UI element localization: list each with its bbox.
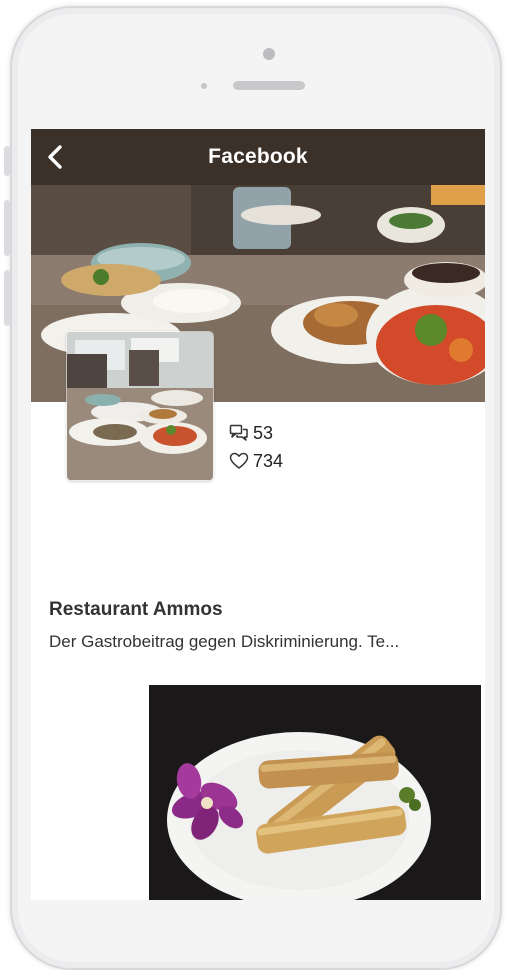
comments-icon (229, 424, 248, 441)
likes-count[interactable]: 734 (229, 449, 283, 473)
chevron-left-icon (48, 145, 62, 169)
mute-switch (4, 146, 10, 176)
page-thumbnail[interactable] (67, 332, 213, 480)
likes-value: 734 (253, 450, 284, 471)
volume-down-button (4, 270, 10, 326)
comments-count[interactable]: 53 (229, 421, 283, 445)
back-button[interactable] (39, 141, 71, 173)
post-excerpt[interactable]: Der Gastrobeitrag gegen Diskriminierung.… (49, 632, 469, 652)
top-bar: Facebook (31, 129, 485, 185)
earpiece-speaker (233, 81, 305, 90)
post-title[interactable]: Restaurant Ammos (49, 599, 223, 621)
page-title: Facebook (208, 145, 308, 168)
post-photo[interactable] (149, 685, 481, 900)
post-stats: 53 734 (229, 421, 283, 477)
heart-icon (229, 452, 249, 469)
comments-value: 53 (253, 422, 274, 443)
app-screen: Facebook 53 734 Restaurant Ammos Der Gas… (31, 129, 485, 900)
front-camera (263, 48, 275, 60)
proximity-sensor (201, 83, 207, 89)
volume-up-button (4, 200, 10, 256)
